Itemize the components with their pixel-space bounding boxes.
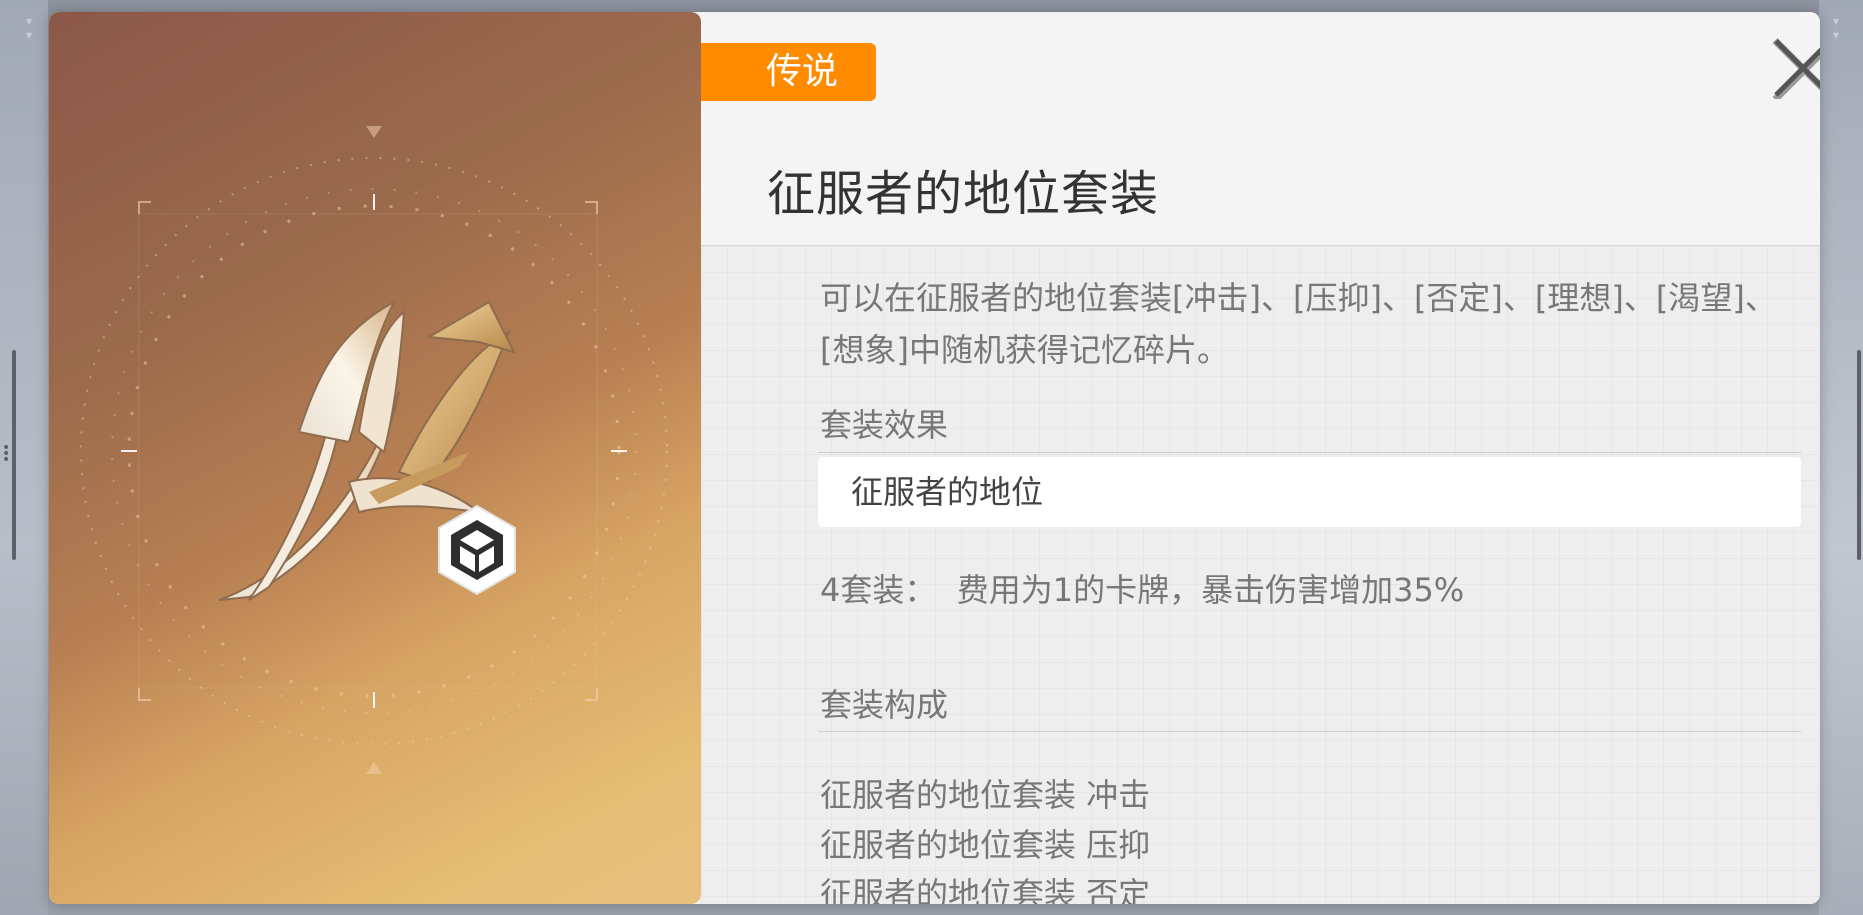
composition-divider: [818, 731, 1801, 732]
close-icon: [1772, 38, 1820, 102]
cube-icon: [438, 504, 516, 596]
drag-dots-icon[interactable]: • • •: [2, 441, 10, 467]
details-panel: 传说 征服者的地位套装 可以在征服者的地位套装[冲击]、[压抑]、[否定]、[理…: [701, 12, 1820, 904]
set-bonus-prefix: 4套装：: [820, 571, 937, 609]
set-effect-label: 套装效果: [820, 406, 949, 444]
item-title: 征服者的地位套装: [767, 166, 1160, 222]
right-scroll-bar[interactable]: [1857, 350, 1861, 560]
set-bonus-text: 费用为1的卡牌，暴击伤害增加35%: [956, 571, 1465, 609]
item-detail-modal: 传说 征服者的地位套装 可以在征服者的地位套装[冲击]、[压抑]、[否定]、[理…: [49, 12, 1820, 904]
set-piece-item: 征服者的地位套装 冲击: [820, 776, 1151, 814]
resize-handle-right-icon: ▾ ▾: [1833, 14, 1840, 42]
set-bonus: 4套装： 费用为1的卡牌，暴击伤害增加35%: [820, 565, 1464, 611]
set-piece-item: 征服者的地位套装 压抑: [820, 826, 1151, 864]
rarity-badge: 传说: [701, 43, 876, 101]
artwork-canvas: [80, 126, 668, 774]
composition-label: 套装构成: [820, 686, 949, 724]
set-effect-divider: [818, 452, 1801, 453]
set-name: 征服者的地位: [851, 473, 1044, 511]
set-name-box: 征服者的地位: [818, 457, 1801, 527]
set-piece-item: 征服者的地位套装 否定: [820, 875, 1151, 904]
artwork-panel: [49, 12, 701, 904]
close-button[interactable]: [1772, 37, 1820, 102]
header-area: 传说 征服者的地位套装: [701, 12, 1820, 246]
item-description: 可以在征服者的地位套装[冲击]、[压抑]、[否定]、[理想]、[渴望]、[想象]…: [820, 279, 1777, 369]
resize-handle-icon: ▾ ▾: [26, 14, 33, 42]
left-scroll-bar[interactable]: [12, 350, 16, 560]
